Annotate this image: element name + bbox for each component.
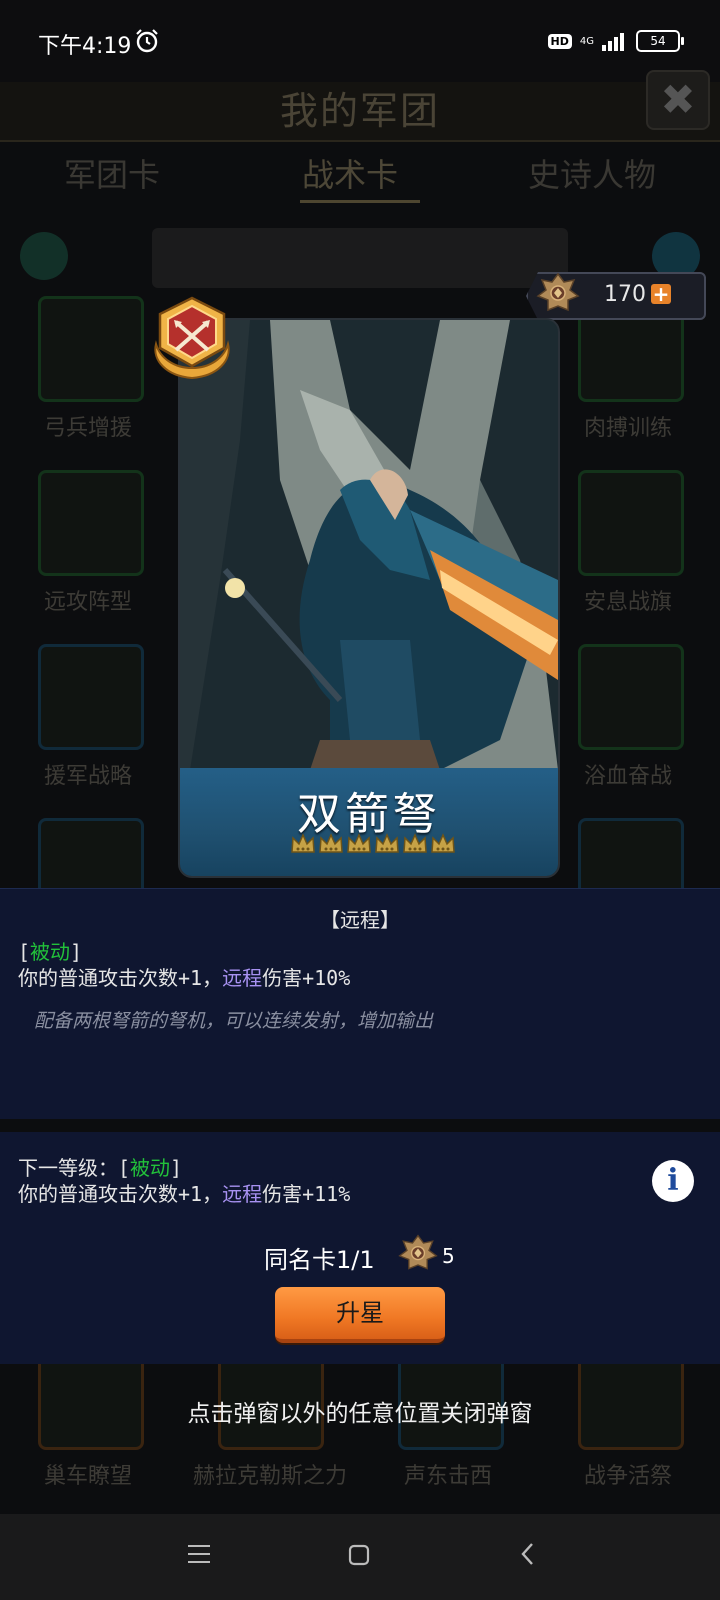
currency-value: 170 xyxy=(604,282,646,307)
search-bar[interactable] xyxy=(152,228,568,288)
flavor-text: 配备两根弩箭的弩机，可以连续发射，增加输出 xyxy=(34,1010,434,1032)
bg-card-label: 声东击西 xyxy=(403,1464,492,1489)
crown-star-icon xyxy=(431,833,455,853)
signal-icon xyxy=(602,33,624,51)
crown-star-icon xyxy=(375,833,399,853)
active-tab-indicator xyxy=(300,200,420,203)
back-icon[interactable] xyxy=(520,1542,534,1566)
card-star-rating xyxy=(290,832,456,856)
crown-star-icon xyxy=(347,833,371,853)
effect-keyword: 远程 xyxy=(222,1182,263,1206)
add-currency-button[interactable]: + xyxy=(651,284,671,304)
bg-card-thumb[interactable] xyxy=(38,644,144,750)
tab-legion-cards[interactable]: 军团卡 xyxy=(64,150,160,196)
bracket: ] xyxy=(170,1156,183,1180)
status-time: 下午4:19 xyxy=(38,34,132,59)
effect-text: 伤害+10% xyxy=(262,966,351,990)
bg-card-label: 赫拉克勒斯之力 xyxy=(192,1464,347,1489)
status-indicators: HD 4G 54 xyxy=(547,30,684,52)
bg-card-label: 远攻阵型 xyxy=(43,590,132,615)
card-tag: 【远程】 xyxy=(320,908,400,932)
tactic-card: 双箭弩 xyxy=(178,318,560,878)
tab-tactic-cards[interactable]: 战术卡 xyxy=(302,150,398,196)
bracket: [ xyxy=(18,940,31,964)
next-level-line: 下一等级：[被动] xyxy=(18,1152,182,1181)
bg-card-label: 安息战旗 xyxy=(583,590,672,615)
next-effect-description: 你的普通攻击次数+1，远程伤害+11% xyxy=(18,1178,350,1207)
bg-card-label: 弓兵增援 xyxy=(43,416,132,441)
effect-keyword: 远程 xyxy=(222,966,263,990)
upgrade-cost: 5 xyxy=(442,1244,455,1268)
crown-star-icon xyxy=(403,833,427,853)
bg-card-thumb[interactable] xyxy=(38,470,144,576)
close-button[interactable]: ✖ xyxy=(646,70,710,130)
crown-star-icon xyxy=(291,833,315,853)
crest-emblem-icon xyxy=(536,272,580,312)
bg-card-thumb[interactable] xyxy=(578,644,684,750)
card-artwork xyxy=(180,320,558,770)
alarm-clock-icon xyxy=(136,29,158,53)
battery-icon: 54 xyxy=(636,30,684,52)
crossed-arrows-badge-icon xyxy=(154,296,230,380)
effect-text: 伤害+11% xyxy=(262,1182,351,1206)
bg-card-thumb[interactable] xyxy=(38,296,144,402)
menu-icon[interactable] xyxy=(188,1544,210,1564)
dismiss-hint: 点击弹窗以外的任意位置关闭弹窗 xyxy=(187,1401,533,1427)
passive-type-line: [被动] xyxy=(18,936,82,965)
duplicate-count-label: 同名卡1/1 xyxy=(264,1246,375,1274)
bg-card-label: 巢车瞭望 xyxy=(43,1464,132,1489)
bg-card-label: 浴血奋战 xyxy=(583,764,672,789)
bracket: ] xyxy=(70,940,83,964)
effect-description: 你的普通攻击次数+1，远程伤害+10% xyxy=(18,962,350,991)
home-icon[interactable] xyxy=(348,1544,370,1566)
next-level-prefix: 下一等级：[ xyxy=(18,1156,131,1180)
bg-card-label: 援军战略 xyxy=(43,764,132,789)
passive-label: 被动 xyxy=(130,1156,171,1180)
crown-star-icon xyxy=(319,833,343,853)
bg-card-thumb[interactable] xyxy=(578,470,684,576)
bg-card-label: 战争活祭 xyxy=(583,1464,672,1489)
effect-text: 你的普通攻击次数+1， xyxy=(18,966,223,990)
effect-text: 你的普通攻击次数+1， xyxy=(18,1182,223,1206)
passive-label: 被动 xyxy=(30,940,71,964)
network-label: 4G xyxy=(579,35,594,47)
info-button[interactable]: i xyxy=(652,1160,694,1202)
hd-badge: HD xyxy=(547,33,572,49)
bg-card-label: 肉搏训练 xyxy=(583,416,672,441)
list-view-button[interactable] xyxy=(20,232,68,280)
tab-epic-heroes[interactable]: 史诗人物 xyxy=(528,150,656,196)
crest-emblem-icon xyxy=(398,1234,438,1270)
page-title: 我的军团 xyxy=(279,89,440,133)
upgrade-star-button[interactable]: 升星 xyxy=(275,1287,445,1343)
